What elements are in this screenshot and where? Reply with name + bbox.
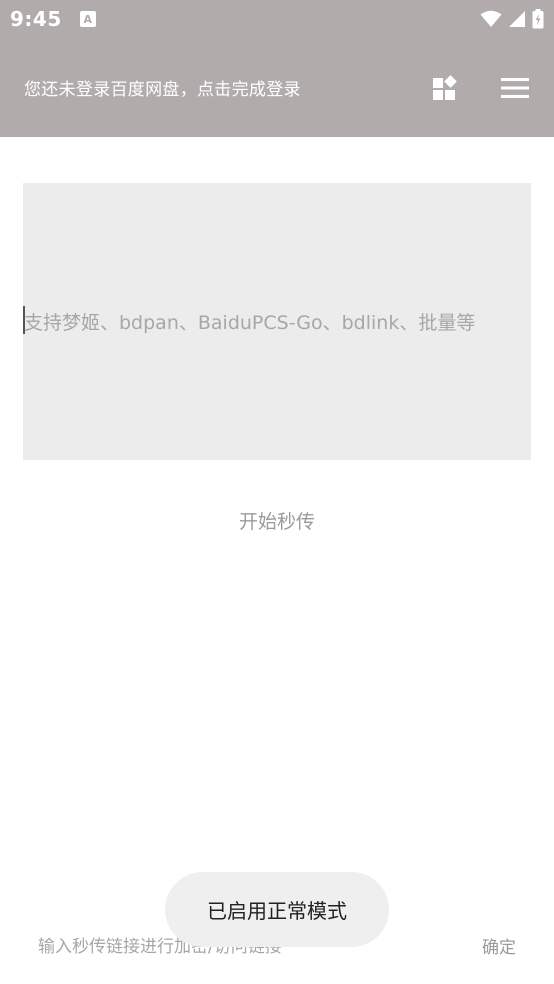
login-prompt-title[interactable]: 您还未登录百度网盘，点击完成登录: [24, 75, 301, 100]
app-bar: 您还未登录百度网盘，点击完成登录: [0, 38, 554, 137]
app-bar-actions: [430, 73, 530, 103]
app-screen: 9:45 A 您还未登录百度网盘，点击完成登录 支持梦姬、bdpan、Baidu…: [0, 0, 554, 984]
wifi-icon: [480, 10, 502, 28]
cell-signal-icon: [508, 10, 526, 28]
menu-icon[interactable]: [500, 73, 530, 103]
link-input[interactable]: 支持梦姬、bdpan、BaiduPCS-Go、bdlink、批量等: [23, 183, 531, 460]
battery-icon: [532, 9, 544, 29]
start-button[interactable]: 开始秒传: [0, 500, 554, 540]
status-icons: [480, 9, 544, 29]
confirm-button[interactable]: 确定: [466, 930, 532, 960]
toast-message: 已启用正常模式: [165, 872, 389, 947]
link-input-placeholder: 支持梦姬、bdpan、BaiduPCS-Go、bdlink、批量等: [24, 312, 476, 334]
app-notification-icon: A: [79, 11, 96, 27]
status-bar: 9:45 A: [0, 0, 554, 38]
widgets-icon[interactable]: [430, 73, 460, 103]
status-time: 9:45: [10, 7, 62, 31]
